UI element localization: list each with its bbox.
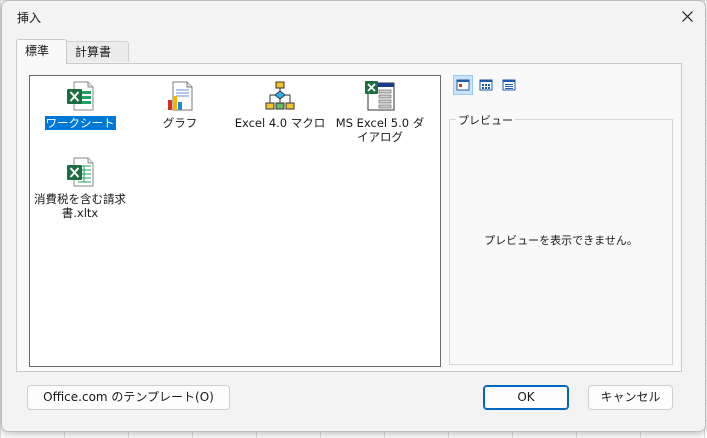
- preview-label: プレビュー: [456, 112, 515, 128]
- template-item-worksheet[interactable]: ワークシート: [30, 80, 130, 131]
- list-view-icon: [479, 79, 493, 91]
- dialog-title: 挿入: [17, 11, 42, 25]
- template-label: 消費税を含む請求書.xltx: [34, 192, 126, 220]
- ok-button[interactable]: OK: [483, 385, 569, 410]
- template-label: MS Excel 5.0 ダイアログ: [335, 116, 425, 144]
- excel-worksheet-icon: [67, 81, 94, 111]
- excel-template-icon: [67, 157, 94, 187]
- tab-standard[interactable]: 標準: [16, 39, 67, 64]
- template-item-chart[interactable]: グラフ: [130, 80, 230, 130]
- template-label: ワークシート: [43, 115, 117, 131]
- details-view-button[interactable]: [499, 75, 519, 95]
- tab-spreadsheet-solutions[interactable]: 計算書: [67, 41, 129, 62]
- preview-group: プレビュー プレビューを表示できません。: [449, 112, 673, 365]
- close-button[interactable]: [675, 5, 699, 27]
- large-icons-view-button[interactable]: [453, 75, 473, 95]
- template-item-dialog-sheet[interactable]: MS Excel 5.0 ダイアログ: [330, 80, 430, 144]
- dialog-titlebar: 挿入: [2, 1, 705, 31]
- dialog-sheet-icon: [365, 81, 395, 111]
- template-list[interactable]: ワークシート グラフ Excel 4.0 マクロ MS Excel 5.0 ダイ…: [29, 75, 441, 367]
- template-label: グラフ: [162, 116, 198, 130]
- large-icons-view-icon: [456, 79, 470, 91]
- details-view-icon: [502, 79, 516, 91]
- tab-panel: ワークシート グラフ Excel 4.0 マクロ MS Excel 5.0 ダイ…: [16, 63, 682, 372]
- template-item-invoice[interactable]: 消費税を含む請求書.xltx: [30, 156, 130, 220]
- macro-flowchart-icon: [265, 81, 295, 110]
- template-item-macro[interactable]: Excel 4.0 マクロ: [230, 80, 330, 130]
- close-icon: [681, 10, 693, 22]
- template-label: Excel 4.0 マクロ: [234, 116, 326, 130]
- list-view-button[interactable]: [476, 75, 496, 95]
- cancel-button[interactable]: キャンセル: [588, 385, 673, 410]
- chart-sheet-icon: [168, 81, 193, 111]
- preview-message: プレビューを表示できません。: [484, 234, 638, 247]
- insert-dialog: 挿入 標準 計算書 ワークシート グラフ Excel 4.0 マクロ MS Ex…: [1, 0, 706, 432]
- office-templates-button[interactable]: Office.com のテンプレート(O): [27, 385, 230, 410]
